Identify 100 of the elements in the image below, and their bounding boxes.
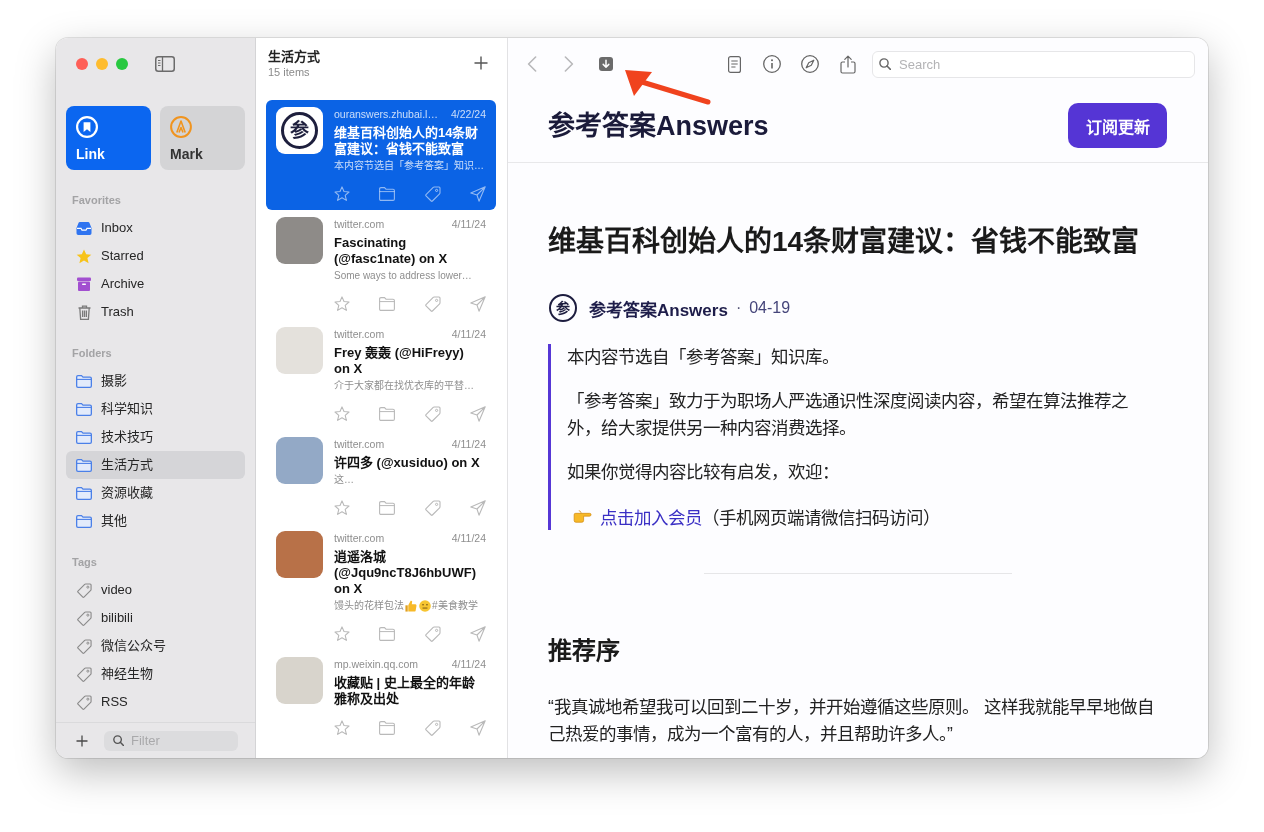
section-header: Tags bbox=[71, 555, 98, 569]
sidebar-item[interactable]: bilibili bbox=[66, 604, 245, 632]
sidebar-item[interactable]: 资源收藏 bbox=[66, 479, 245, 507]
document-icon[interactable] bbox=[728, 55, 741, 73]
tag-icon[interactable] bbox=[424, 720, 441, 736]
article-source: twitter.com bbox=[334, 217, 385, 232]
tag-icon bbox=[76, 638, 92, 654]
sidebar-item[interactable]: 生活方式 bbox=[66, 451, 245, 479]
article-source: ouranswers.zhubai.l… bbox=[334, 107, 438, 122]
author-name[interactable]: 参考答案Answers bbox=[589, 295, 728, 321]
tag-icon[interactable] bbox=[424, 406, 441, 422]
folder-icon bbox=[76, 514, 92, 528]
separator-dot: · bbox=[735, 299, 742, 317]
site-title: 参考答案Answers bbox=[548, 109, 769, 143]
article-excerpt: 本内容节选自「参考答案」知识… bbox=[334, 159, 485, 173]
sidebar-item[interactable]: Archive bbox=[66, 270, 245, 298]
sidebar-item[interactable]: 科学知识 bbox=[66, 395, 245, 423]
sidebar-item[interactable]: 神经生物 bbox=[66, 660, 245, 688]
article-excerpt: 这… bbox=[334, 473, 355, 487]
folder-icon[interactable] bbox=[379, 501, 396, 515]
sidebar-item[interactable]: RSS bbox=[66, 688, 245, 716]
article-source: twitter.com bbox=[334, 437, 385, 452]
article-card[interactable]: twitter.com 4/11/24 Frey 轰轰 (@HiFreyy) on X 介于大家都在找优衣库的平替… bbox=[266, 320, 496, 430]
photo-placeholder bbox=[276, 657, 323, 704]
info-icon[interactable] bbox=[763, 55, 781, 73]
article-source: mp.weixin.qq.com bbox=[334, 657, 419, 672]
star-icon[interactable] bbox=[334, 406, 350, 422]
article-title: 收藏贴 | 史上最全的年龄雅称及出处 bbox=[334, 675, 476, 707]
section-header: Folders bbox=[71, 346, 113, 360]
send-icon[interactable] bbox=[470, 720, 486, 736]
tag-icon[interactable] bbox=[424, 626, 441, 642]
share-icon[interactable] bbox=[840, 54, 856, 74]
article-source: twitter.com bbox=[334, 327, 385, 342]
minimize-button[interactable] bbox=[96, 58, 108, 70]
article-title: Frey 轰轰 (@HiFreyy) on X bbox=[334, 345, 465, 377]
sidebar-item[interactable]: 微信公众号 bbox=[66, 632, 245, 660]
folder-icon[interactable] bbox=[379, 721, 396, 735]
folder-icon[interactable] bbox=[379, 407, 396, 421]
tag-icon bbox=[76, 666, 92, 682]
star-icon bbox=[76, 248, 92, 264]
folder-icon[interactable] bbox=[379, 627, 396, 641]
star-icon[interactable] bbox=[334, 500, 350, 516]
plus-icon[interactable] bbox=[76, 734, 88, 747]
article-excerpt: Some ways to address lower… bbox=[334, 269, 473, 283]
sidebar-item[interactable]: Starred bbox=[66, 242, 245, 270]
sidebar-item[interactable]: video bbox=[66, 576, 245, 604]
article-date: 4/11/24 bbox=[451, 217, 486, 232]
member-link[interactable]: 点击加入会员 bbox=[600, 504, 702, 529]
article-date: 4/22/24 bbox=[450, 107, 486, 122]
photo-placeholder bbox=[276, 437, 323, 484]
section-heading: 推荐序 bbox=[548, 636, 621, 666]
article-card[interactable]: twitter.com 4/11/24 Fascinating (@fasc1nate) on X Some ways to address lower… bbox=[266, 210, 496, 320]
sidebar-item[interactable]: 其他 bbox=[66, 507, 245, 535]
article-date: 4/11/24 bbox=[451, 531, 486, 546]
trash-icon bbox=[77, 304, 91, 320]
sidebar-item[interactable]: 摄影 bbox=[66, 367, 245, 395]
close-button[interactable] bbox=[76, 58, 88, 70]
article-heading: 维基百科创始人的14条财富建议：省钱不能致富 bbox=[548, 225, 1141, 259]
article-card[interactable]: mp.weixin.qq.com 4/11/24 收藏贴 | 史上最全的年龄雅称及出处 bbox=[266, 650, 496, 744]
article-card[interactable]: twitter.com 4/11/24 许四多 (@xusiduo) on X 这… bbox=[266, 430, 496, 524]
compass-icon[interactable] bbox=[801, 55, 819, 73]
tag-icon bbox=[76, 582, 92, 598]
article-title: 逍遥洛城 (@Jqu9ncT8J6hbUWF) on X bbox=[334, 549, 477, 597]
sidebar-item[interactable]: Inbox bbox=[66, 214, 245, 242]
plus-icon[interactable] bbox=[474, 56, 488, 70]
send-icon[interactable] bbox=[470, 626, 486, 642]
star-icon[interactable] bbox=[334, 626, 350, 642]
mode-tile[interactable]: Link bbox=[66, 106, 151, 170]
send-icon[interactable] bbox=[470, 406, 486, 422]
send-icon[interactable] bbox=[470, 296, 486, 312]
search-icon bbox=[113, 735, 124, 746]
search-field[interactable]: Search bbox=[872, 50, 1195, 78]
mode-tile[interactable]: Mark bbox=[160, 106, 245, 170]
send-icon[interactable] bbox=[470, 500, 486, 516]
tag-icon bbox=[76, 610, 92, 626]
sidebar-item[interactable]: Trash bbox=[66, 298, 245, 326]
download-icon[interactable] bbox=[599, 57, 613, 71]
subscribe-button[interactable]: 订阅更新 bbox=[1068, 103, 1167, 148]
photo-placeholder bbox=[276, 327, 323, 374]
star-icon[interactable] bbox=[334, 720, 350, 736]
article-title: 维基百科创始人的14条财富建议：省钱不能致富 bbox=[334, 125, 480, 157]
site-logo: 参 bbox=[276, 107, 323, 154]
article-date: 4/11/24 bbox=[451, 327, 486, 342]
photo-placeholder bbox=[276, 531, 323, 578]
pointing-hand-icon bbox=[573, 510, 592, 523]
sidebar-item[interactable]: 技术技巧 bbox=[66, 423, 245, 451]
zoom-button[interactable] bbox=[116, 58, 128, 70]
article-card[interactable]: twitter.com 4/11/24 逍遥洛城 (@Jqu9ncT8J6hbUWF) on X 馒头的花样包法 #美食教学 bbox=[266, 524, 496, 650]
tag-icon[interactable] bbox=[424, 500, 441, 516]
article-title: Fascinating (@fasc1nate) on X bbox=[334, 235, 449, 267]
article-source: twitter.com bbox=[334, 531, 385, 546]
publish-date: 04-19 bbox=[749, 299, 791, 317]
folder-icon[interactable] bbox=[379, 297, 396, 311]
sidebar-icon[interactable] bbox=[155, 56, 175, 72]
smiley-face-icon bbox=[419, 600, 431, 612]
pen-nib-icon bbox=[170, 116, 192, 138]
quote-paragraph: 如果你觉得内容比较有启发，欢迎： bbox=[567, 461, 840, 484]
tag-icon[interactable] bbox=[424, 296, 441, 312]
star-icon[interactable] bbox=[334, 296, 350, 312]
article-excerpt: 介于大家都在找优衣库的平替… bbox=[334, 379, 475, 393]
